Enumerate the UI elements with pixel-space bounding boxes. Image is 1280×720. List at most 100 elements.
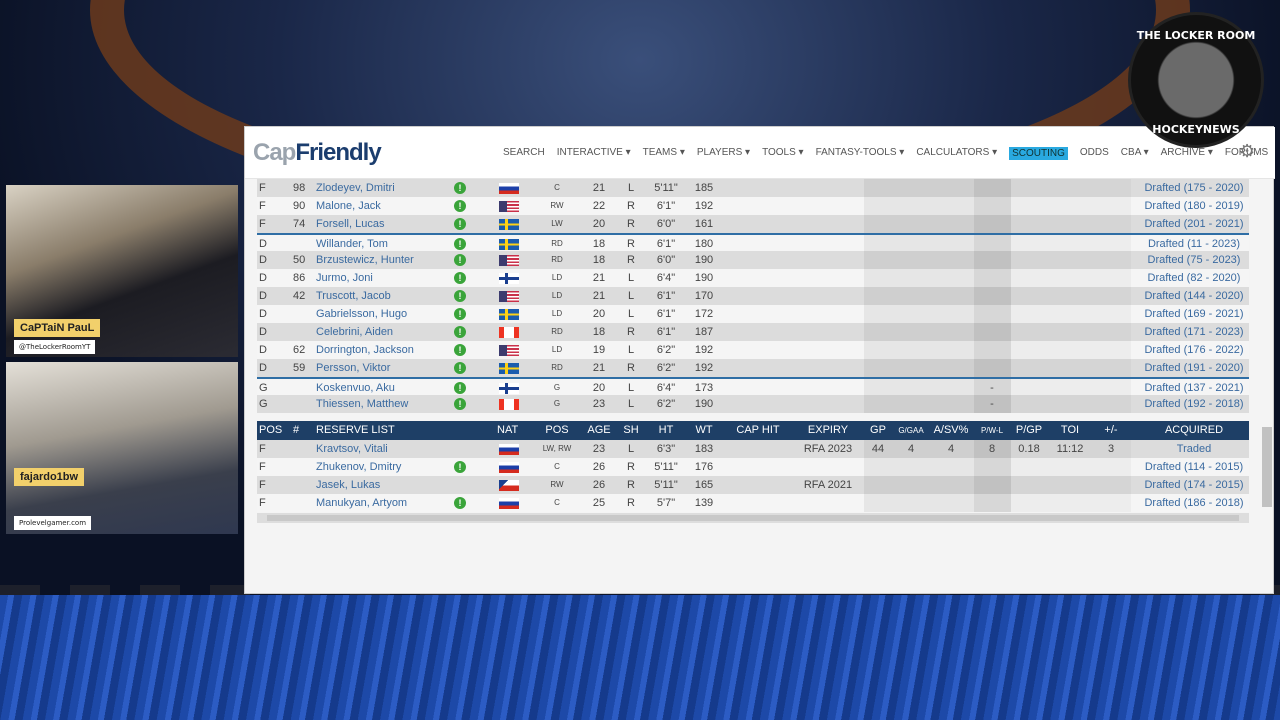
header-nat[interactable]: NAT: [497, 421, 518, 440]
nav-calculators[interactable]: CALCULATORS ▾: [916, 147, 997, 160]
cell-acq[interactable]: Drafted (192 - 2018): [1144, 395, 1243, 413]
scroll-thumb[interactable]: [267, 515, 1239, 521]
cell-name[interactable]: Kravtsov, Vitali: [316, 440, 388, 458]
header-ppos[interactable]: POS: [545, 421, 568, 440]
cell-name[interactable]: Malone, Jack: [316, 197, 381, 215]
cell-sh: R: [627, 479, 635, 491]
header-exp[interactable]: EXPIRY: [808, 421, 848, 440]
header-age[interactable]: AGE: [587, 421, 610, 440]
cell-num: 90: [293, 200, 306, 212]
cell-acq[interactable]: Drafted (180 - 2019): [1144, 197, 1243, 215]
stat-column-shade: [864, 251, 974, 269]
nav-scouting[interactable]: SCOUTING: [1009, 147, 1068, 160]
header-a[interactable]: A/SV%: [934, 421, 969, 440]
stat-column-shade: [864, 458, 974, 476]
header-pwl[interactable]: P/W-L: [981, 421, 1003, 440]
nav-players[interactable]: PLAYERS ▾: [697, 147, 750, 160]
gear-icon[interactable]: ⚙: [1239, 141, 1255, 162]
cell-sh: R: [627, 362, 635, 374]
cell-acq[interactable]: Drafted (176 - 2022): [1144, 341, 1243, 359]
status-icon[interactable]: !: [454, 497, 466, 509]
header-pm[interactable]: +/-: [1104, 421, 1117, 440]
webcam-2: fajardo1bw Prolevelgamer.com: [6, 362, 238, 534]
status-icon[interactable]: !: [454, 326, 466, 338]
cell-gp: 44: [871, 443, 885, 455]
cell-acq[interactable]: Drafted (114 - 2015): [1145, 458, 1243, 476]
stat-column-shade: [864, 359, 974, 377]
capfriendly-logo[interactable]: CapFriendly: [253, 139, 382, 167]
cell-ppos: LW, RW: [542, 444, 572, 453]
cell-acq[interactable]: Drafted (175 - 2020): [1144, 179, 1243, 197]
header-g[interactable]: G/GAA: [898, 421, 923, 440]
cell-acq[interactable]: Drafted (144 - 2020): [1144, 287, 1243, 305]
cell-name[interactable]: Jurmo, Joni: [316, 269, 373, 287]
status-icon[interactable]: !: [454, 218, 466, 230]
header-wt[interactable]: WT: [695, 421, 712, 440]
stat-column-shade: [864, 197, 974, 215]
nav-fantasytools[interactable]: FANTASY-TOOLS ▾: [816, 147, 905, 160]
header-cap[interactable]: CAP HIT: [736, 421, 779, 440]
cell-ht: 6'4": [656, 272, 676, 284]
cell-name[interactable]: Celebrini, Aiden: [316, 323, 393, 341]
nav-teams[interactable]: TEAMS ▾: [643, 147, 685, 160]
stat-column-shade: [1011, 359, 1131, 377]
nav-interactive[interactable]: INTERACTIVE ▾: [557, 147, 631, 160]
status-icon[interactable]: !: [454, 290, 466, 302]
flag-ru-icon: [499, 444, 519, 455]
cell-name[interactable]: Persson, Viktor: [316, 359, 390, 377]
cell-acq[interactable]: Drafted (191 - 2020): [1144, 359, 1243, 377]
status-icon[interactable]: !: [454, 344, 466, 356]
status-icon[interactable]: !: [454, 254, 466, 266]
cell-name[interactable]: Truscott, Jacob: [316, 287, 391, 305]
cell-name[interactable]: Dorrington, Jackson: [316, 341, 414, 359]
table-row: F Manukyan, Artyom! C 25 R 5'7" 139 Drafted (18…: [257, 494, 1249, 512]
cell-ht: 5'7": [656, 497, 676, 509]
header-name[interactable]: RESERVE LIST: [316, 421, 395, 440]
header-gp[interactable]: GP: [870, 421, 886, 440]
cell-age: 21: [592, 272, 606, 284]
horizontal-scrollbar[interactable]: [257, 513, 1249, 523]
cell-name[interactable]: Zlodeyev, Dmitri: [316, 179, 395, 197]
status-icon[interactable]: !: [454, 272, 466, 284]
header-toi[interactable]: TOI: [1061, 421, 1079, 440]
nav-archive[interactable]: ARCHIVE ▾: [1161, 147, 1213, 160]
header-pos[interactable]: POS: [259, 421, 282, 440]
nav-cba[interactable]: CBA ▾: [1121, 147, 1149, 160]
cell-acq[interactable]: Drafted (201 - 2021): [1144, 215, 1243, 233]
table-row: D Celebrini, Aiden! RD 18 R 6'1" 187 Drafted (1…: [257, 323, 1249, 341]
cell-name[interactable]: Forsell, Lucas: [316, 215, 384, 233]
header-pgp[interactable]: P/GP: [1016, 421, 1042, 440]
cell-acq[interactable]: Traded: [1177, 440, 1211, 458]
header-acq[interactable]: ACQUIRED: [1165, 421, 1223, 440]
cell-acq[interactable]: Drafted (186 - 2018): [1144, 494, 1243, 512]
status-icon[interactable]: !: [454, 382, 466, 394]
cell-pos: G: [259, 398, 268, 410]
cell-acq[interactable]: Drafted (169 - 2021): [1144, 305, 1243, 323]
status-icon[interactable]: !: [454, 182, 466, 194]
nav-search[interactable]: SEARCH: [503, 147, 545, 160]
status-icon[interactable]: !: [454, 362, 466, 374]
header-sh[interactable]: SH: [623, 421, 638, 440]
status-icon[interactable]: !: [454, 308, 466, 320]
nav-tools[interactable]: TOOLS ▾: [762, 147, 804, 160]
status-icon[interactable]: !: [454, 398, 466, 410]
status-icon[interactable]: !: [454, 200, 466, 212]
cell-acq[interactable]: Drafted (75 - 2023): [1148, 251, 1241, 269]
cell-acq[interactable]: Drafted (171 - 2023): [1144, 323, 1243, 341]
header-ht[interactable]: HT: [659, 421, 674, 440]
cell-acq[interactable]: Drafted (174 - 2015): [1144, 476, 1243, 494]
cell-name[interactable]: Thiessen, Matthew: [316, 395, 408, 413]
cell-name[interactable]: Gabrielsson, Hugo: [316, 305, 407, 323]
nav-odds[interactable]: ODDS: [1080, 147, 1109, 160]
cell-name[interactable]: Jasek, Lukas: [316, 476, 380, 494]
cell-name[interactable]: Manukyan, Artyom: [316, 494, 407, 512]
cell-pos: D: [259, 362, 267, 374]
cell-acq[interactable]: Drafted (82 - 2020): [1148, 269, 1241, 287]
vertical-scrollbar[interactable]: [1262, 427, 1272, 507]
cell-name[interactable]: Zhukenov, Dmitry: [316, 458, 401, 476]
cell-name[interactable]: Brzustewicz, Hunter: [316, 251, 414, 269]
status-icon[interactable]: !: [454, 461, 466, 473]
roster-table: F 98 Zlodeyev, Dmitri! C 21 L 5'11" 185 Drafted …: [257, 179, 1249, 523]
header-num[interactable]: #: [293, 421, 299, 440]
status-icon[interactable]: !: [454, 238, 466, 250]
